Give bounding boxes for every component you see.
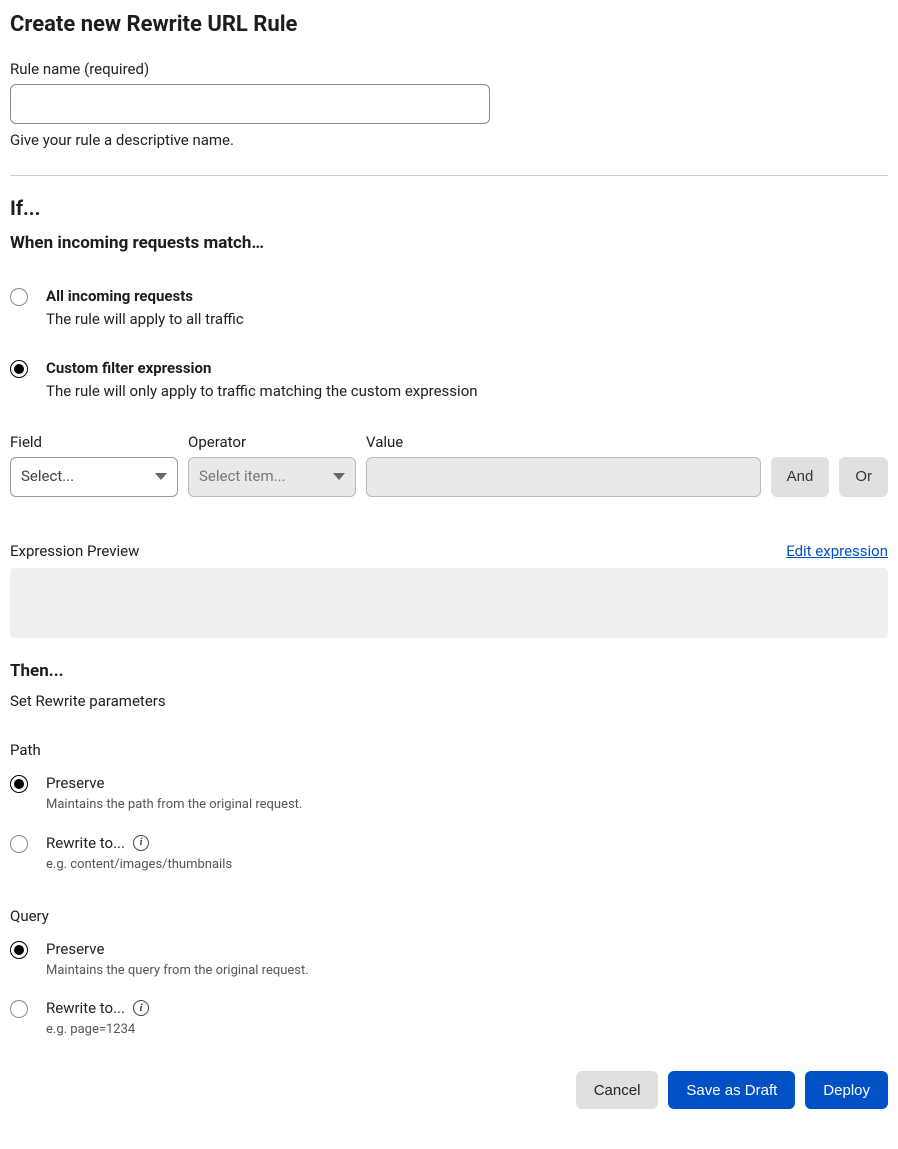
- value-label: Value: [366, 432, 761, 453]
- radio-path-preserve[interactable]: [10, 775, 28, 793]
- query-block: Query Preserve Maintains the query from …: [10, 906, 888, 1039]
- operator-select[interactable]: Select item...: [188, 457, 356, 497]
- radio-option-custom-filter[interactable]: Custom filter expression The rule will o…: [10, 358, 888, 402]
- path-preserve-desc: Maintains the path from the original req…: [46, 796, 302, 814]
- info-icon[interactable]: i: [133, 1000, 149, 1016]
- field-select-value: Select...: [21, 466, 74, 487]
- then-subtext: Set Rewrite parameters: [10, 691, 888, 712]
- edit-expression-link[interactable]: Edit expression: [786, 541, 888, 562]
- cancel-button[interactable]: Cancel: [576, 1071, 659, 1109]
- if-heading: If...: [10, 194, 888, 222]
- path-rewrite-desc: e.g. content/images/thumbnails: [46, 856, 232, 874]
- operator-select-value: Select item...: [199, 466, 285, 487]
- expression-preview-label: Expression Preview: [10, 541, 139, 562]
- radio-all-desc: The rule will apply to all traffic: [46, 309, 244, 330]
- operator-column: Operator Select item...: [188, 432, 356, 497]
- chevron-down-icon: [333, 473, 345, 480]
- field-column: Field Select...: [10, 432, 178, 497]
- radio-query-rewrite[interactable]: [10, 1000, 28, 1018]
- rule-name-label: Rule name (required): [10, 59, 888, 80]
- expression-builder-row: Field Select... Operator Select item... …: [10, 432, 888, 497]
- value-column: Value: [366, 432, 761, 497]
- radio-custom-desc: The rule will only apply to traffic matc…: [46, 381, 478, 402]
- if-subheading: When incoming requests match…: [10, 232, 888, 256]
- path-label: Path: [10, 740, 888, 761]
- operator-label: Operator: [188, 432, 356, 453]
- or-button[interactable]: Or: [839, 457, 888, 497]
- page-title: Create new Rewrite URL Rule: [10, 10, 888, 41]
- radio-all-title: All incoming requests: [46, 286, 244, 307]
- rule-name-help: Give your rule a descriptive name.: [10, 130, 888, 151]
- radio-custom-content: Custom filter expression The rule will o…: [46, 358, 478, 402]
- expression-preview-header: Expression Preview Edit expression: [10, 541, 888, 562]
- radio-custom-title: Custom filter expression: [46, 358, 478, 379]
- rule-name-input[interactable]: [10, 84, 490, 124]
- path-rewrite-title: Rewrite to... i: [46, 833, 232, 854]
- divider: [10, 175, 888, 176]
- rule-name-group: Rule name (required) Give your rule a de…: [10, 59, 888, 151]
- radio-path-rewrite[interactable]: [10, 835, 28, 853]
- query-rewrite-desc: e.g. page=1234: [46, 1021, 149, 1039]
- radio-query-preserve[interactable]: [10, 941, 28, 959]
- info-icon[interactable]: i: [133, 835, 149, 851]
- query-preserve-option[interactable]: Preserve Maintains the query from the or…: [10, 939, 888, 980]
- value-input[interactable]: [366, 457, 761, 497]
- radio-custom-filter[interactable]: [10, 360, 28, 378]
- field-label: Field: [10, 432, 178, 453]
- query-preserve-desc: Maintains the query from the original re…: [46, 962, 309, 980]
- expression-preview-box: [10, 568, 888, 638]
- action-button-row: Cancel Save as Draft Deploy: [10, 1071, 888, 1109]
- path-block: Path Preserve Maintains the path from th…: [10, 740, 888, 873]
- then-heading: Then...: [10, 660, 888, 684]
- chevron-down-icon: [155, 473, 167, 480]
- radio-all-requests[interactable]: [10, 288, 28, 306]
- query-rewrite-title: Rewrite to... i: [46, 998, 149, 1019]
- query-label: Query: [10, 906, 888, 927]
- save-draft-button[interactable]: Save as Draft: [668, 1071, 795, 1109]
- radio-option-all-requests[interactable]: All incoming requests The rule will appl…: [10, 286, 888, 330]
- radio-all-content: All incoming requests The rule will appl…: [46, 286, 244, 330]
- deploy-button[interactable]: Deploy: [805, 1071, 888, 1109]
- field-select[interactable]: Select...: [10, 457, 178, 497]
- path-preserve-option[interactable]: Preserve Maintains the path from the ori…: [10, 773, 888, 814]
- query-rewrite-option[interactable]: Rewrite to... i e.g. page=1234: [10, 998, 888, 1039]
- and-button[interactable]: And: [771, 457, 830, 497]
- path-preserve-title: Preserve: [46, 773, 302, 794]
- path-rewrite-option[interactable]: Rewrite to... i e.g. content/images/thum…: [10, 833, 888, 874]
- query-preserve-title: Preserve: [46, 939, 309, 960]
